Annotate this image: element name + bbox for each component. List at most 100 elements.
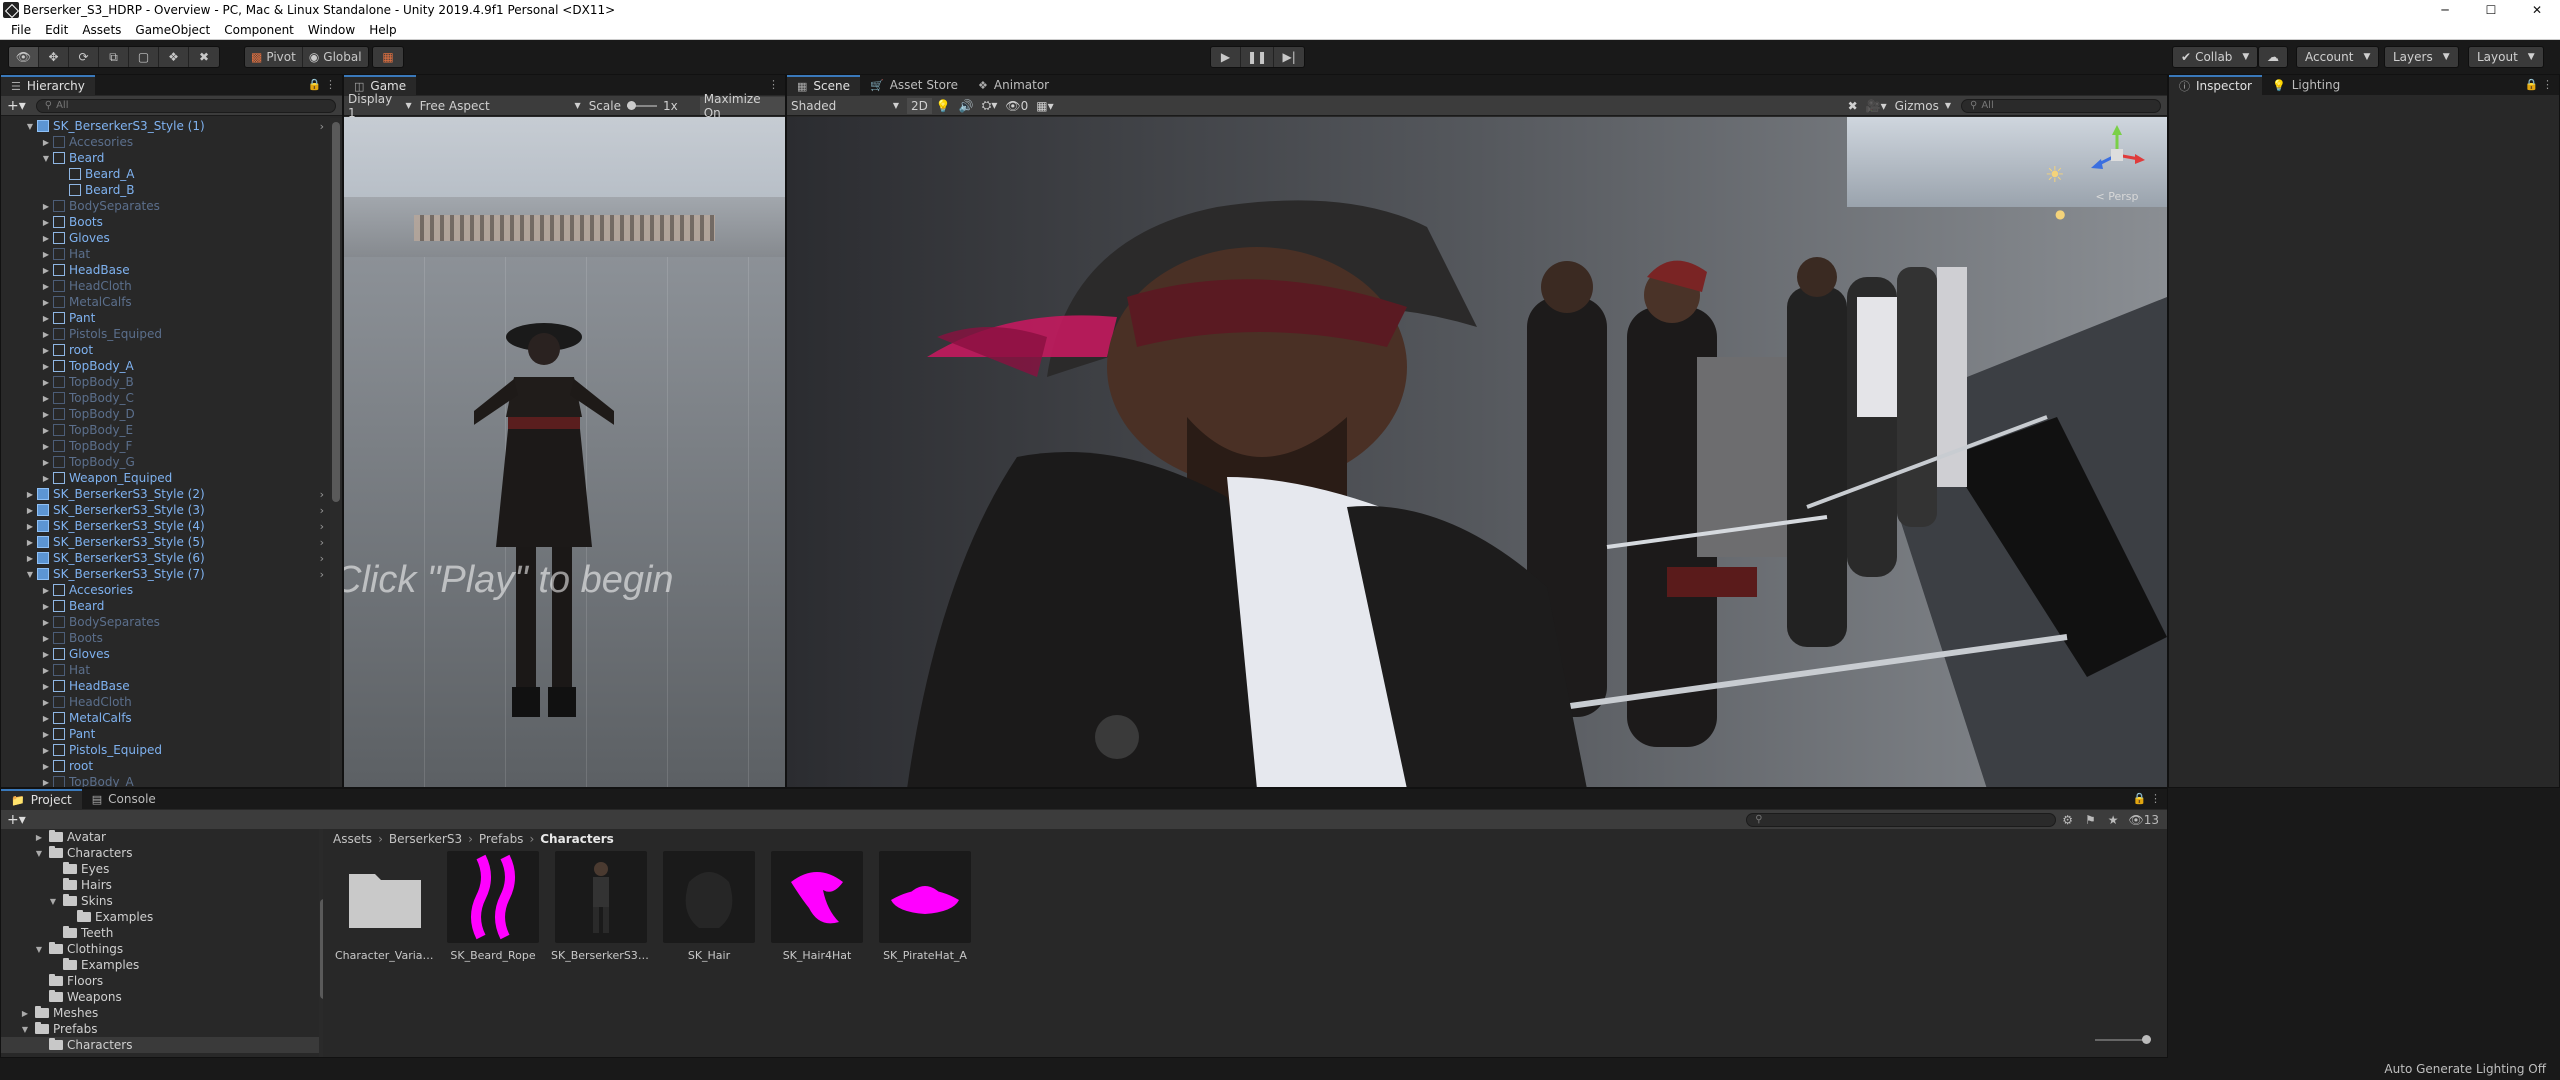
expand-arrow-right-icon[interactable]: ▶ [41, 682, 51, 691]
scale-slider-knob[interactable] [626, 100, 636, 110]
hierarchy-item[interactable]: ▶ Weapon_Equiped [1, 470, 328, 486]
expand-arrow-right-icon[interactable]: ▶ [25, 554, 35, 563]
create-button[interactable]: +▾ [7, 98, 26, 114]
collab-dropdown[interactable]: ✔ Collab ▼ [2172, 46, 2259, 68]
project-folder-item[interactable]: Floors [1, 973, 319, 989]
hierarchy-item[interactable]: ▶ Boots [1, 630, 328, 646]
open-prefab-chevron-icon[interactable]: › [320, 568, 324, 581]
expand-arrow-right-icon[interactable]: ▶ [25, 522, 35, 531]
scene-gizmo[interactable]: < Persp [2087, 125, 2147, 203]
hierarchy-item[interactable]: ▶ Hat [1, 246, 328, 262]
project-folder-item[interactable]: Teeth [1, 925, 319, 941]
breadcrumb-item[interactable]: Prefabs [479, 832, 524, 846]
project-folder-item[interactable]: ▶ Avatar [1, 829, 319, 845]
icon-size-knob[interactable] [2142, 1035, 2151, 1044]
display-dropdown[interactable]: Display 1 ▼ [344, 92, 416, 120]
icon-size-slider[interactable] [2095, 1035, 2151, 1044]
asset-item[interactable]: Character_Varian... [335, 851, 435, 962]
tools-icon[interactable]: ✖ [1844, 98, 1862, 114]
expand-arrow-down-icon[interactable]: ▼ [47, 897, 59, 906]
expand-arrow-right-icon[interactable]: ▶ [41, 714, 51, 723]
global-toggle[interactable]: ◉ Global [303, 47, 368, 67]
layout-dropdown[interactable]: Layout ▼ [2468, 46, 2544, 68]
expand-arrow-right-icon[interactable]: ▶ [41, 202, 51, 211]
expand-arrow-right-icon[interactable]: ▶ [41, 730, 51, 739]
layers-dropdown[interactable]: Layers ▼ [2384, 46, 2459, 68]
expand-arrow-right-icon[interactable]: ▶ [25, 506, 35, 515]
hierarchy-root-item[interactable]: ▶ SK_BerserkerS3_Style (6) › [1, 550, 328, 566]
tab-inspector[interactable]: ⓘ Inspector [2169, 75, 2262, 95]
expand-arrow-right-icon[interactable]: ▶ [41, 138, 51, 147]
tab-animator[interactable]: ❖ Animator [968, 75, 1060, 95]
tab-project[interactable]: 📁 Project [1, 789, 82, 809]
project-folder-item[interactable]: Eyes [1, 861, 319, 877]
project-folder-item[interactable]: Weapons [1, 989, 319, 1005]
rotate-tool-icon[interactable]: ⟳ [69, 47, 99, 67]
hierarchy-item[interactable]: ▶ HeadBase [1, 678, 328, 694]
lighting-toggle[interactable]: 💡 [932, 98, 955, 114]
asset-item[interactable]: SK_Hair [659, 851, 759, 962]
hierarchy-item[interactable]: Beard_B [1, 182, 328, 198]
2d-toggle[interactable]: 2D [907, 97, 932, 114]
open-prefab-chevron-icon[interactable]: › [320, 120, 324, 133]
menu-file[interactable]: File [4, 23, 38, 37]
expand-arrow-right-icon[interactable]: ▶ [25, 538, 35, 547]
menu-component[interactable]: Component [217, 23, 301, 37]
scale-control[interactable]: Scale 1x [585, 98, 682, 114]
aspect-dropdown[interactable]: Free Aspect ▼ [416, 98, 585, 114]
move-tool-icon[interactable]: ✥ [39, 47, 69, 67]
expand-arrow-down-icon[interactable]: ▼ [33, 849, 45, 858]
expand-arrow-right-icon[interactable]: ▶ [41, 634, 51, 643]
account-dropdown[interactable]: Account ▼ [2296, 46, 2380, 68]
hidden-objects-toggle[interactable]: 👁 0 [1001, 98, 1032, 114]
hierarchy-item[interactable]: ▶ MetalCalfs [1, 294, 328, 310]
light-gizmo-icon[interactable]: ☀ [2045, 163, 2065, 188]
expand-arrow-right-icon[interactable]: ▶ [41, 282, 51, 291]
project-folder-item[interactable]: ▼ Skins [1, 893, 319, 909]
project-folder-item[interactable]: Examples [1, 957, 319, 973]
hierarchy-item[interactable]: ▶ TopBody_A [1, 358, 328, 374]
panel-menu-icon[interactable]: ⋮ [768, 78, 779, 91]
expand-arrow-right-icon[interactable]: ▶ [41, 314, 51, 323]
hierarchy-item[interactable]: ▶ Accesories [1, 582, 328, 598]
hierarchy-item[interactable]: ▶ TopBody_A [1, 774, 328, 787]
filter-type-icon[interactable]: ⚙ [2062, 813, 2073, 827]
audio-toggle[interactable]: 🔊 [955, 98, 978, 114]
maximize-on-play-toggle[interactable]: Maximize On [699, 92, 785, 120]
hierarchy-item[interactable]: ▶ Pistols_Equiped [1, 742, 328, 758]
panel-menu-icon[interactable]: 🔒 ⋮ [2525, 78, 2553, 91]
hierarchy-item[interactable]: ▶ MetalCalfs [1, 710, 328, 726]
hierarchy-item[interactable]: ▶ Pant [1, 726, 328, 742]
camera-dropdown[interactable]: 🎥▾ [1862, 98, 1891, 114]
tab-asset-store[interactable]: 🛒 Asset Store [860, 75, 969, 95]
transform-tool-icon[interactable]: ❖ [159, 47, 189, 67]
menu-window[interactable]: Window [301, 23, 362, 37]
expand-arrow-right-icon[interactable]: ▶ [41, 410, 51, 419]
tab-console[interactable]: ▤ Console [81, 789, 166, 809]
expand-arrow-right-icon[interactable]: ▶ [41, 298, 51, 307]
menu-edit[interactable]: Edit [38, 23, 75, 37]
expand-arrow-right-icon[interactable]: ▶ [41, 618, 51, 627]
expand-arrow-right-icon[interactable]: ▶ [25, 490, 35, 499]
expand-arrow-right-icon[interactable]: ▶ [41, 474, 51, 483]
expand-arrow-right-icon[interactable]: ▶ [41, 698, 51, 707]
asset-item[interactable]: SK_BerserkerS3_... [551, 851, 651, 962]
custom-tool-icon[interactable]: ✖ [189, 47, 219, 67]
hierarchy-item[interactable]: ▶ TopBody_G [1, 454, 328, 470]
hierarchy-root-item[interactable]: ▼ SK_BerserkerS3_Style (1) › [1, 118, 328, 134]
hierarchy-item[interactable]: ▶ Beard [1, 598, 328, 614]
expand-arrow-down-icon[interactable]: ▼ [19, 1025, 31, 1034]
play-button[interactable]: ▶ [1211, 47, 1241, 67]
hierarchy-item[interactable]: ▶ Gloves [1, 646, 328, 662]
hierarchy-item[interactable]: ▶ Pant [1, 310, 328, 326]
expand-arrow-right-icon[interactable]: ▶ [33, 833, 45, 842]
hierarchy-item[interactable]: ▶ HeadCloth [1, 694, 328, 710]
hierarchy-item[interactable]: ▶ TopBody_B [1, 374, 328, 390]
breadcrumb-item[interactable]: Assets [333, 832, 372, 846]
pause-button[interactable]: ❚❚ [1241, 47, 1275, 67]
expand-arrow-down-icon[interactable]: ▼ [33, 945, 45, 954]
hierarchy-item[interactable]: ▶ Pistols_Equiped [1, 326, 328, 342]
expand-arrow-right-icon[interactable]: ▶ [41, 602, 51, 611]
game-viewport[interactable]: Click "Play" to begin [344, 117, 785, 787]
hand-tool-icon[interactable]: 👁 [9, 47, 39, 67]
